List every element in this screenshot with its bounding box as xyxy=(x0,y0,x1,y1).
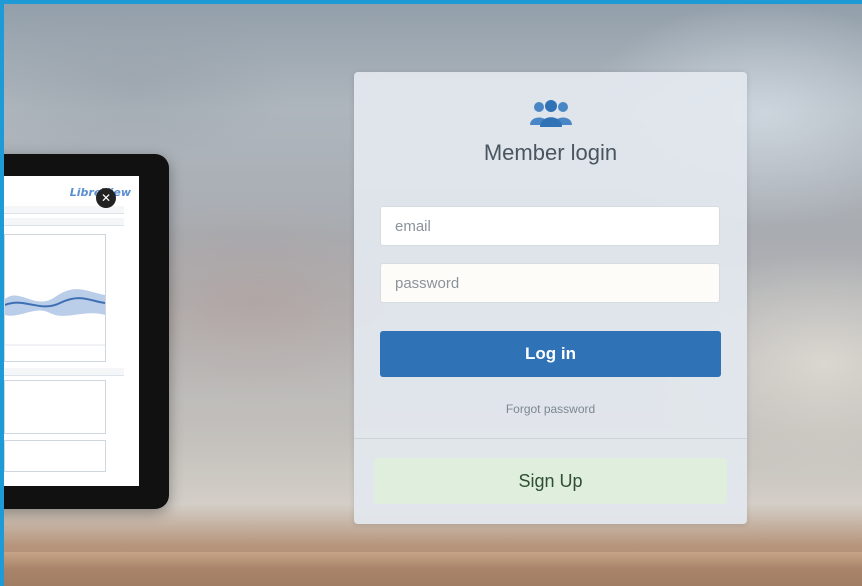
login-card: Member login Log in Forgot password Sign… xyxy=(354,72,747,524)
tablet-glucose-chart xyxy=(4,289,106,346)
tablet-report-strip xyxy=(4,368,124,376)
users-group-icon xyxy=(354,98,747,128)
app-frame: LibreView ✕ xyxy=(0,0,862,586)
tablet-report-strip xyxy=(4,218,124,226)
email-field[interactable] xyxy=(380,206,720,246)
login-title: Member login xyxy=(483,140,618,165)
password-field[interactable] xyxy=(380,263,720,303)
tablet-screen: LibreView xyxy=(4,176,139,486)
signup-button[interactable]: Sign Up xyxy=(374,458,727,504)
tablet-glucose-panel xyxy=(4,234,106,362)
tablet-summary-panel xyxy=(4,440,106,472)
divider xyxy=(354,438,747,439)
close-icon[interactable]: ✕ xyxy=(96,188,116,208)
tablet-preview: LibreView ✕ xyxy=(4,154,169,509)
background-table-edge xyxy=(4,552,862,586)
forgot-password-link[interactable]: Forgot password xyxy=(354,402,747,416)
tablet-daily-panel xyxy=(4,380,106,434)
login-button[interactable]: Log in xyxy=(380,331,721,377)
